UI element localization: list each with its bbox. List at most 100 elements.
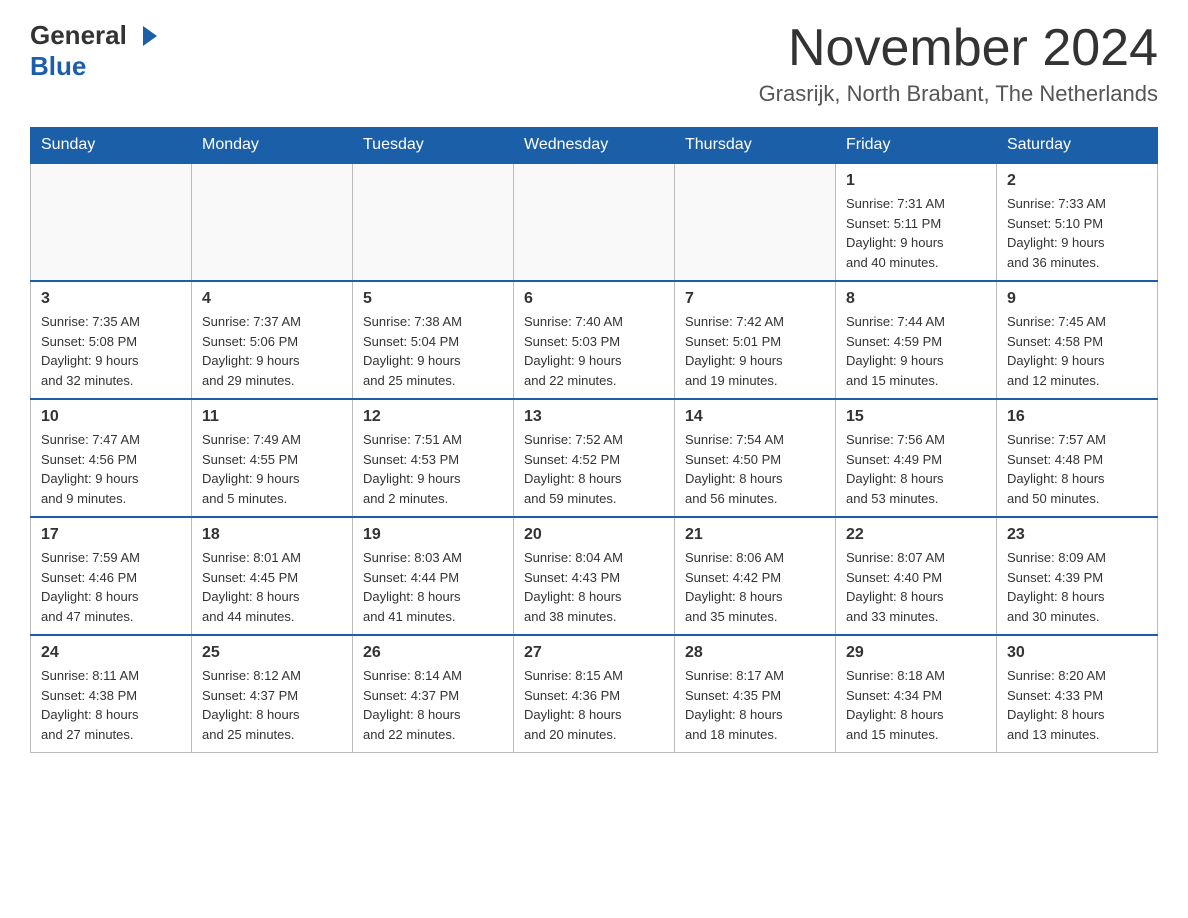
logo-flag-icon (129, 26, 157, 46)
day-number: 11 (202, 408, 342, 426)
calendar-cell: 17 Sunrise: 7:59 AMSunset: 4:46 PMDayligh… (31, 517, 192, 635)
calendar-cell: 30 Sunrise: 8:20 AMSunset: 4:33 PMDayligh… (997, 635, 1158, 753)
day-number: 29 (846, 644, 986, 662)
day-number: 18 (202, 526, 342, 544)
day-info: Sunrise: 7:51 AMSunset: 4:53 PMDaylight:… (363, 430, 503, 508)
calendar-cell: 6 Sunrise: 7:40 AMSunset: 5:03 PMDaylight… (514, 281, 675, 399)
day-number: 22 (846, 526, 986, 544)
calendar-cell: 26 Sunrise: 8:14 AMSunset: 4:37 PMDayligh… (353, 635, 514, 753)
day-info: Sunrise: 8:17 AMSunset: 4:35 PMDaylight:… (685, 666, 825, 744)
day-info: Sunrise: 8:20 AMSunset: 4:33 PMDaylight:… (1007, 666, 1147, 744)
calendar-cell: 22 Sunrise: 8:07 AMSunset: 4:40 PMDayligh… (836, 517, 997, 635)
calendar-cell: 9Sunrise: 7:45 AMSunset: 4:58 PMDaylight… (997, 281, 1158, 399)
day-info: Sunrise: 7:31 AMSunset: 5:11 PMDaylight:… (846, 194, 986, 272)
day-number: 3 (41, 290, 181, 308)
calendar-header-monday: Monday (192, 128, 353, 164)
week-row-5: 24Sunrise: 8:11 AMSunset: 4:38 PMDayligh… (31, 635, 1158, 753)
calendar-cell: 27 Sunrise: 8:15 AMSunset: 4:36 PMDayligh… (514, 635, 675, 753)
day-number: 2 (1007, 172, 1147, 190)
calendar-cell: 15Sunrise: 7:56 AMSunset: 4:49 PMDayligh… (836, 399, 997, 517)
day-number: 27 (524, 644, 664, 662)
day-number: 1 (846, 172, 986, 190)
logo-general-text: General (30, 20, 127, 51)
day-info: Sunrise: 7:56 AMSunset: 4:49 PMDaylight:… (846, 430, 986, 508)
day-info: Sunrise: 7:37 AMSunset: 5:06 PMDaylight:… (202, 312, 342, 390)
day-number: 14 (685, 408, 825, 426)
calendar-cell: 12 Sunrise: 7:51 AMSunset: 4:53 PMDayligh… (353, 399, 514, 517)
day-number: 5 (363, 290, 503, 308)
month-title: November 2024 (759, 20, 1158, 77)
day-info: Sunrise: 7:35 AMSunset: 5:08 PMDaylight:… (41, 312, 181, 390)
day-number: 30 (1007, 644, 1147, 662)
day-number: 17 (41, 526, 181, 544)
day-number: 25 (202, 644, 342, 662)
day-info: Sunrise: 8:04 AMSunset: 4:43 PMDaylight:… (524, 548, 664, 626)
calendar-table: SundayMondayTuesdayWednesdayThursdayFrid… (30, 127, 1158, 753)
calendar-cell (675, 163, 836, 281)
calendar-cell: 2Sunrise: 7:33 AMSunset: 5:10 PMDaylight… (997, 163, 1158, 281)
day-info: Sunrise: 7:38 AMSunset: 5:04 PMDaylight:… (363, 312, 503, 390)
day-info: Sunrise: 8:09 AMSunset: 4:39 PMDaylight:… (1007, 548, 1147, 626)
calendar-cell: 29 Sunrise: 8:18 AMSunset: 4:34 PMDayligh… (836, 635, 997, 753)
calendar-cell: 16Sunrise: 7:57 AMSunset: 4:48 PMDayligh… (997, 399, 1158, 517)
calendar-cell: 8 Sunrise: 7:44 AMSunset: 4:59 PMDaylight… (836, 281, 997, 399)
title-block: November 2024 Grasrijk, North Brabant, T… (759, 20, 1158, 107)
calendar-header-saturday: Saturday (997, 128, 1158, 164)
calendar-cell (353, 163, 514, 281)
day-info: Sunrise: 7:40 AMSunset: 5:03 PMDaylight:… (524, 312, 664, 390)
day-number: 20 (524, 526, 664, 544)
day-info: Sunrise: 7:42 AMSunset: 5:01 PMDaylight:… (685, 312, 825, 390)
logo-blue-text: Blue (30, 51, 86, 82)
calendar-cell: 20 Sunrise: 8:04 AMSunset: 4:43 PMDayligh… (514, 517, 675, 635)
day-info: Sunrise: 7:57 AMSunset: 4:48 PMDaylight:… (1007, 430, 1147, 508)
calendar-cell: 5 Sunrise: 7:38 AMSunset: 5:04 PMDaylight… (353, 281, 514, 399)
day-number: 28 (685, 644, 825, 662)
logo: General Blue (30, 20, 159, 82)
day-info: Sunrise: 8:07 AMSunset: 4:40 PMDaylight:… (846, 548, 986, 626)
calendar-cell (31, 163, 192, 281)
calendar-cell: 25 Sunrise: 8:12 AMSunset: 4:37 PMDayligh… (192, 635, 353, 753)
calendar-header-thursday: Thursday (675, 128, 836, 164)
calendar-cell: 7Sunrise: 7:42 AMSunset: 5:01 PMDaylight… (675, 281, 836, 399)
calendar-header-wednesday: Wednesday (514, 128, 675, 164)
day-number: 13 (524, 408, 664, 426)
calendar-cell (192, 163, 353, 281)
day-number: 8 (846, 290, 986, 308)
calendar-cell: 18Sunrise: 8:01 AMSunset: 4:45 PMDayligh… (192, 517, 353, 635)
calendar-cell: 13 Sunrise: 7:52 AMSunset: 4:52 PMDayligh… (514, 399, 675, 517)
calendar-cell: 14 Sunrise: 7:54 AMSunset: 4:50 PMDayligh… (675, 399, 836, 517)
day-info: Sunrise: 7:49 AMSunset: 4:55 PMDaylight:… (202, 430, 342, 508)
calendar-header-tuesday: Tuesday (353, 128, 514, 164)
location-text: Grasrijk, North Brabant, The Netherlands (759, 81, 1158, 107)
calendar-cell: 4 Sunrise: 7:37 AMSunset: 5:06 PMDaylight… (192, 281, 353, 399)
calendar-cell: 21 Sunrise: 8:06 AMSunset: 4:42 PMDayligh… (675, 517, 836, 635)
calendar-cell: 19Sunrise: 8:03 AMSunset: 4:44 PMDayligh… (353, 517, 514, 635)
day-info: Sunrise: 7:44 AMSunset: 4:59 PMDaylight:… (846, 312, 986, 390)
day-number: 10 (41, 408, 181, 426)
page-header: General Blue November 2024 Grasrijk, Nor… (30, 20, 1158, 107)
day-info: Sunrise: 7:54 AMSunset: 4:50 PMDaylight:… (685, 430, 825, 508)
day-number: 21 (685, 526, 825, 544)
calendar-header-friday: Friday (836, 128, 997, 164)
day-number: 26 (363, 644, 503, 662)
day-info: Sunrise: 8:06 AMSunset: 4:42 PMDaylight:… (685, 548, 825, 626)
day-info: Sunrise: 8:14 AMSunset: 4:37 PMDaylight:… (363, 666, 503, 744)
calendar-cell: 24Sunrise: 8:11 AMSunset: 4:38 PMDayligh… (31, 635, 192, 753)
calendar-header-sunday: Sunday (31, 128, 192, 164)
week-row-3: 10Sunrise: 7:47 AMSunset: 4:56 PMDayligh… (31, 399, 1158, 517)
calendar-cell: 3 Sunrise: 7:35 AMSunset: 5:08 PMDaylight… (31, 281, 192, 399)
calendar-cell: 10Sunrise: 7:47 AMSunset: 4:56 PMDayligh… (31, 399, 192, 517)
day-info: Sunrise: 8:12 AMSunset: 4:37 PMDaylight:… (202, 666, 342, 744)
day-info: Sunrise: 8:18 AMSunset: 4:34 PMDaylight:… (846, 666, 986, 744)
day-number: 12 (363, 408, 503, 426)
calendar-cell (514, 163, 675, 281)
day-info: Sunrise: 8:15 AMSunset: 4:36 PMDaylight:… (524, 666, 664, 744)
calendar-cell: 28 Sunrise: 8:17 AMSunset: 4:35 PMDayligh… (675, 635, 836, 753)
day-info: Sunrise: 8:03 AMSunset: 4:44 PMDaylight:… (363, 548, 503, 626)
day-number: 6 (524, 290, 664, 308)
week-row-1: 1 Sunrise: 7:31 AMSunset: 5:11 PMDaylight… (31, 163, 1158, 281)
day-info: Sunrise: 7:52 AMSunset: 4:52 PMDaylight:… (524, 430, 664, 508)
day-info: Sunrise: 7:59 AMSunset: 4:46 PMDaylight:… (41, 548, 181, 626)
day-number: 4 (202, 290, 342, 308)
day-number: 9 (1007, 290, 1147, 308)
